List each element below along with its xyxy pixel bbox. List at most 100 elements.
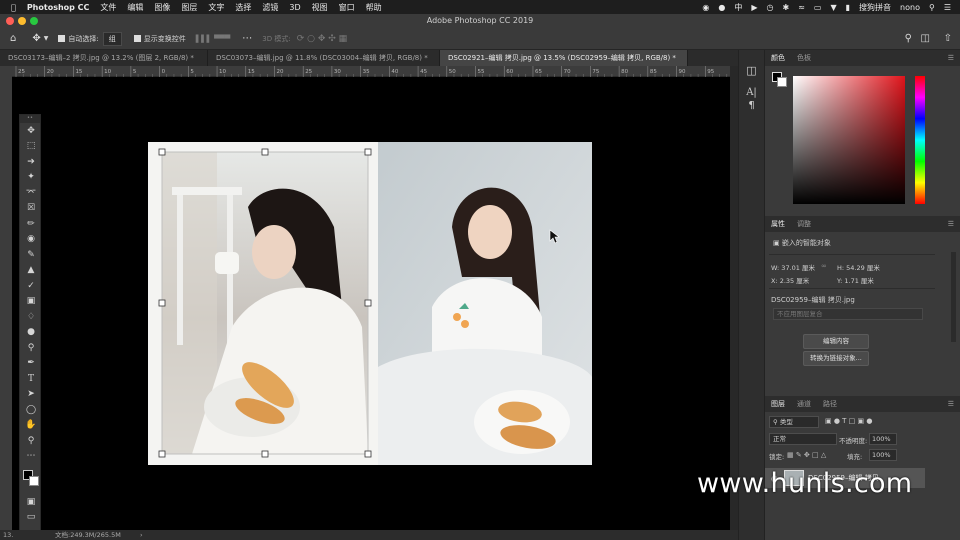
hue-slider[interactable]	[915, 76, 925, 204]
user-name[interactable]: nono	[900, 3, 920, 12]
menu-type[interactable]: 文字	[208, 2, 224, 13]
menu-3d[interactable]: 3D	[289, 3, 300, 12]
tab-channels[interactable]: 通道	[791, 399, 817, 409]
panel-menu-icon[interactable]: ☰	[942, 54, 960, 62]
dodge-tool-icon[interactable]: ⚲	[20, 340, 42, 356]
search-icon[interactable]: ⚲	[905, 33, 912, 44]
pen-tool-icon[interactable]: ✒	[20, 356, 42, 372]
bg-color-chip[interactable]	[777, 77, 787, 87]
tab-properties[interactable]: 属性	[765, 219, 791, 229]
screen-mode-icon[interactable]: ▭	[20, 510, 42, 526]
document-canvas[interactable]	[12, 77, 730, 530]
opacity-value[interactable]: 100%	[869, 433, 897, 445]
home-icon[interactable]: ⌂	[10, 33, 16, 44]
crop-tool-icon[interactable]: ⌤	[20, 185, 42, 201]
character-icon[interactable]: A|	[739, 87, 764, 98]
history-brush-tool-icon[interactable]: ✓	[20, 278, 42, 294]
tab-doc-2[interactable]: DSC03073–编辑.jpg @ 11.8% (DSC03004–编辑 拷贝,…	[208, 50, 440, 66]
fill-value[interactable]: 100%	[869, 449, 897, 461]
clone-stamp-tool-icon[interactable]: ▲	[20, 263, 42, 279]
blur-tool-icon[interactable]: ●	[20, 325, 42, 341]
share-icon[interactable]: ⇧	[944, 33, 952, 44]
menu-app[interactable]: Photoshop CC	[27, 3, 90, 12]
show-transform-checkbox[interactable]	[133, 35, 144, 43]
apple-icon[interactable]: 	[11, 3, 16, 12]
quick-mask-icon[interactable]: ▣	[20, 494, 42, 510]
height-field[interactable]: H: 54.29 厘米	[837, 262, 880, 272]
quick-select-tool-icon[interactable]: ✦	[20, 170, 42, 186]
auto-select-checkbox[interactable]	[58, 35, 68, 43]
menu-select[interactable]: 选择	[235, 2, 251, 13]
input-method[interactable]: 搜狗拼音	[859, 2, 891, 13]
spotlight-icon[interactable]: ⚲	[929, 3, 935, 12]
toolbox-grip[interactable]: ••	[20, 115, 40, 123]
zoom-tool-icon[interactable]: ⚲	[20, 433, 42, 449]
menu-filter[interactable]: 滤镜	[262, 2, 278, 13]
align-icons[interactable]: ▌▌▌ ▀▀▀	[196, 35, 231, 43]
path-select-tool-icon[interactable]: ➤	[20, 387, 42, 403]
frame-tool-icon[interactable]: ☒	[20, 201, 42, 217]
marquee-tool-icon[interactable]: ⬚	[20, 139, 42, 155]
y-field[interactable]: Y: 1.71 厘米	[837, 275, 874, 285]
menu-view[interactable]: 视图	[312, 2, 328, 13]
x-field[interactable]: X: 2.35 厘米	[771, 275, 809, 285]
layer-filter-icons[interactable]: ▣ ● T □ ▣ ●	[825, 417, 872, 425]
properties-scrollbar[interactable]	[951, 252, 956, 342]
hand-tool-icon[interactable]: ✋	[20, 418, 42, 434]
menu-image[interactable]: 图像	[154, 2, 170, 13]
menu-file[interactable]: 文件	[100, 2, 116, 13]
wifi-icon[interactable]: ≈	[798, 3, 805, 12]
maximize-window-icon[interactable]	[30, 17, 38, 25]
more-options-icon[interactable]: ⋯	[242, 33, 252, 44]
menu-layer[interactable]: 图层	[181, 2, 197, 13]
blend-mode-select[interactable]: 正常	[769, 433, 837, 445]
panel-menu-icon[interactable]: ☰	[942, 220, 960, 228]
shape-tool-icon[interactable]: ◯	[20, 402, 42, 418]
auto-select-dropdown[interactable]: 组	[102, 31, 122, 46]
history-icon[interactable]: ◫	[739, 64, 764, 77]
brush-tool-icon[interactable]: ✎	[20, 247, 42, 263]
tab-swatches[interactable]: 色板	[791, 53, 817, 63]
panel-menu-icon[interactable]: ☰	[942, 400, 960, 408]
color-field[interactable]	[793, 76, 905, 204]
battery-icon[interactable]: ▮	[846, 3, 850, 12]
edit-contents-button[interactable]: 编辑内容	[803, 334, 869, 349]
menu-help[interactable]: 帮助	[366, 2, 382, 13]
color-swatches[interactable]	[20, 464, 40, 494]
healing-brush-tool-icon[interactable]: ◉	[20, 232, 42, 248]
play-icon[interactable]: ▶	[751, 3, 757, 12]
lasso-tool-icon[interactable]: ➔	[20, 154, 42, 170]
layer-comp-select[interactable]: 不应用图层复合	[773, 308, 923, 320]
background-color-swatch[interactable]	[29, 476, 39, 486]
lock-icons[interactable]: ▦ ✎ ✥ □ △	[787, 451, 826, 459]
layer-filter-kind[interactable]: ⚲ 类型	[769, 416, 819, 428]
ime-indicator[interactable]: 中	[734, 2, 742, 13]
tab-paths[interactable]: 路径	[817, 399, 843, 409]
bluetooth-icon[interactable]: ✱	[783, 3, 790, 12]
menu-window[interactable]: 窗口	[339, 2, 355, 13]
airplay-icon[interactable]: ▭	[814, 3, 822, 12]
zoom-level[interactable]: 13.	[3, 530, 13, 540]
paragraph-icon[interactable]: ¶	[739, 100, 764, 111]
eyedropper-tool-icon[interactable]: ✏	[20, 216, 42, 232]
clock-icon[interactable]: ◷	[767, 3, 774, 12]
link-dimensions-icon[interactable]: ∞	[821, 262, 827, 270]
width-field[interactable]: W: 37.01 厘米	[771, 262, 815, 272]
convert-to-linked-button[interactable]: 转换为链接对象...	[803, 351, 869, 366]
tab-adjustments[interactable]: 调整	[791, 219, 817, 229]
move-tool-icon[interactable]: ✥	[20, 123, 42, 139]
tab-doc-3[interactable]: DSC02921–编辑 拷贝.jpg @ 13.5% (DSC02959–编辑 …	[440, 50, 688, 66]
menu-edit[interactable]: 编辑	[127, 2, 143, 13]
more-tools-icon[interactable]: ⋯	[20, 449, 42, 465]
close-window-icon[interactable]	[6, 17, 14, 25]
3d-orbit-icons[interactable]: ⟳ ○ ✥ ✣ ▦	[297, 34, 347, 44]
minimize-window-icon[interactable]	[18, 17, 26, 25]
paint-bucket-tool-icon[interactable]: ♢	[20, 309, 42, 325]
chevron-down-icon[interactable]: ▼	[44, 35, 49, 42]
status-menu-icon[interactable]: ›	[140, 530, 143, 540]
control-center-icon[interactable]: ☰	[944, 3, 951, 12]
workspace-icon[interactable]: ◫	[921, 33, 930, 44]
move-tool-preset-icon[interactable]: ✥	[32, 33, 40, 44]
volume-icon[interactable]: ▼	[830, 3, 836, 12]
record-icon[interactable]: ◉	[702, 3, 709, 12]
